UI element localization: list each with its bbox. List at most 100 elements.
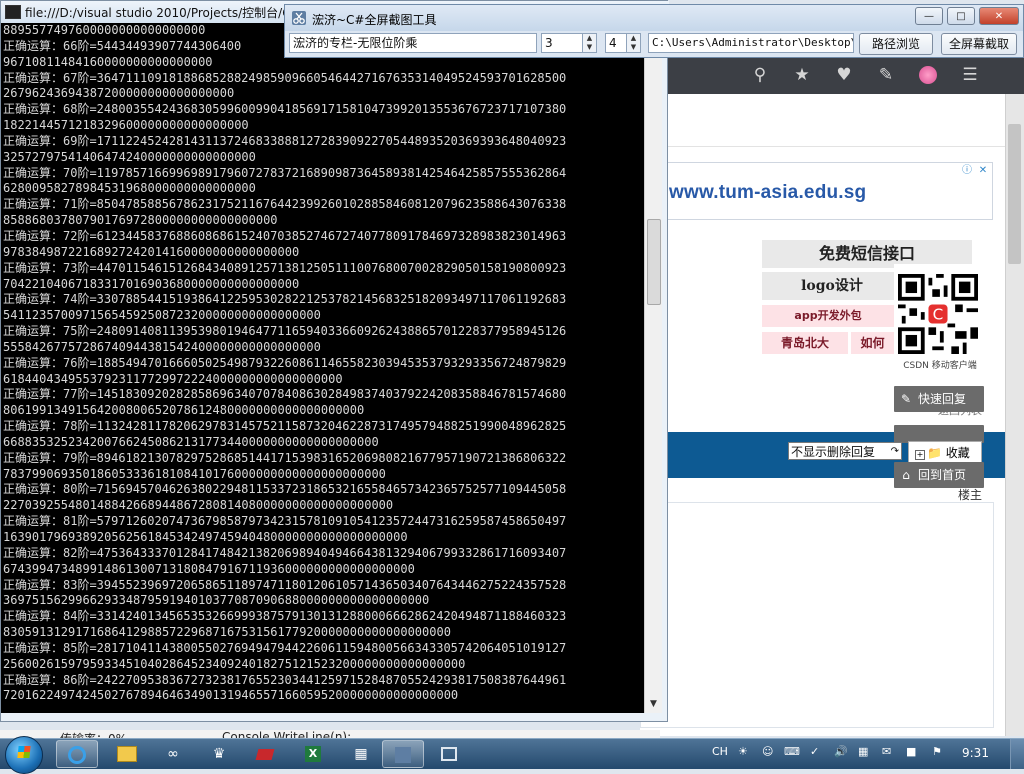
screenshot-tool-window: 浤济~C#全屏截图工具 — □ ✕ 浤济的专栏-无限位阶乘 3 ▲ ▼ 4 ▲ ▼ … [284,4,1024,58]
console-line: 正确运算：70阶=1197857166996989179607278372168… [3,165,567,180]
floor-label: 楼主 [958,488,983,502]
console-window: file:///D:/visual studio 2010/Projects/控… [0,0,669,722]
console-line: 正确运算：84阶=3314240134565353266999387579130… [3,609,567,624]
logo-design-link[interactable]: logo设计 [762,272,902,300]
smiley-icon[interactable]: ☺ [762,745,773,758]
console-line: 7042210406718331701690368000000000000000… [3,276,300,291]
console-scrollbar[interactable]: ▲ ▼ [644,23,662,713]
console-line: 8061991349156420080065207861248000000000… [3,403,365,418]
tool-title-bar[interactable]: 浤济~C#全屏截图工具 — □ ✕ [285,5,1023,31]
console-line: 2270392554801488426689448672808140800000… [3,498,394,513]
console-line: 正确运算：72阶=6123445837688608686152407038527… [3,228,567,243]
console-app-icon [5,5,21,19]
scroll-down-icon[interactable]: ▼ [645,696,662,713]
console-text: 8895577497600000000000000000 正确运算：66阶=544… [1,23,644,704]
qingdao-link[interactable]: 青岛北大 [762,332,848,354]
browser-scrollbar[interactable] [1005,94,1024,736]
explorer-icon[interactable] [106,740,148,768]
console-line: 正确运算：74阶=3307885441519386412259530282212… [3,292,567,307]
spin-input-2[interactable]: 4 [605,33,627,53]
console-line: 正确运算：76阶=1885494701666050254987932260861… [3,355,567,370]
minimize-button[interactable]: — [915,7,943,25]
ad-close-icon[interactable]: ✕ [976,164,990,178]
title-input[interactable]: 浤济的专栏-无限位阶乘 [289,33,537,53]
browse-path-button[interactable]: 路径浏览 [859,33,933,55]
fullscreen-capture-button[interactable]: 全屏幕截取 [941,33,1017,55]
folder-icon[interactable] [244,740,286,768]
console-line: 正确运算：85阶=2817104114380055027694947944226… [3,640,567,655]
link-icon[interactable]: ∞ [152,740,194,768]
how-link[interactable]: 如何 [851,332,894,354]
console-line: 8305913129171686412988572296871675315617… [3,625,451,640]
ime-icon[interactable]: ☀ [738,745,748,758]
console-line: 1639017969389205625618453424974594048000… [3,530,408,544]
console-line: 正确运算：71阶=8504785885678623175211676442399… [3,197,567,212]
folder-icon: 📁 [927,446,942,460]
start-button[interactable] [5,736,43,774]
post-content-area [640,502,994,728]
excel-icon[interactable]: X [292,740,334,768]
quick-reply-label: 快速回复 [918,392,967,406]
console-line: 85886803780790176972800000000000000000 [3,213,278,228]
console-line: 正确运算：73阶=4470115461512684340891257138125… [3,260,567,275]
console-line: 6184404349553792311772997222400000000000… [3,371,343,386]
maximize-button[interactable]: □ [947,7,975,25]
home-icon: ⌂ [902,468,910,482]
search-icon[interactable]: ⚲ [742,56,778,94]
console-line: 3697515629966293348795919401037708709068… [3,593,430,608]
flower-icon[interactable] [910,56,946,94]
clock[interactable]: 9:31 [962,746,989,760]
console-line: 2560026159795933451040286452340924018275… [3,656,466,671]
console-line: 7837990693501860533361810841017600000000… [3,466,386,481]
hide-deleted-toggle[interactable]: 不显示删除回复 ↷ [788,442,902,460]
taskbar: ∞ ♛ X ▦ CH ☀ ☺ ⌨ ✓ 🔊 ▦ ✉ ■ ⚑ 9:31 [0,736,1024,774]
app-outsourcing-link[interactable]: app开发外包 [762,305,894,327]
console-line: 正确运算：83阶=3945523969720658651189747118012… [3,577,567,592]
show-desktop-button[interactable] [1010,739,1024,769]
maze-icon[interactable]: ▦ [340,740,382,768]
console-line: 32572797541406474240000000000000000 [3,149,256,164]
collect-button[interactable]: + 📁 收藏 [908,441,982,463]
console-line: 62800958278984531968000000000000000 [3,181,256,196]
console-line: 正确运算：81阶=5797126020747367985879734231578… [3,514,567,529]
spin-input-1[interactable]: 3 [541,33,583,53]
menu-icon[interactable]: ☰ [952,56,988,94]
tool-title: 浤济~C#全屏截图工具 [312,13,437,27]
qr-caption: CSDN 移动客户端 [903,361,977,371]
tool-icon[interactable]: ♛ [198,740,240,768]
console-output: 8895577497600000000000000000 正确运算：66阶=544… [1,23,644,713]
console-scroll-thumb[interactable] [647,219,661,305]
ad-banner[interactable]: www.tum-asia.edu.sg ⓘ ✕ [648,162,993,220]
console-line: 正确运算：78阶=1132428117820629783145752115873… [3,419,567,434]
spin-arrows-1-icon[interactable]: ▲ ▼ [583,33,597,53]
path-input[interactable]: C:\Users\Administrator\Desktop\ [648,33,854,53]
console-line: 6743994734899148613007131808479167119360… [3,561,415,576]
bell-icon[interactable]: ♥ [826,56,862,94]
quick-reply-button[interactable]: ✎ 快速回复 [894,386,984,412]
edit-icon[interactable]: ✎ [868,56,904,94]
console-line: 5411235700971565459250872320000000000000… [3,308,321,323]
update-icon[interactable]: ✓ [810,745,819,758]
ie-icon[interactable] [56,740,98,768]
lang-indicator[interactable]: CH [712,745,728,758]
ad-url-text: www.tum-asia.edu.sg [669,182,867,203]
star-icon[interactable]: ★ [784,56,820,94]
page-header-card [640,94,1006,147]
spin-arrows-2-icon[interactable]: ▲ ▼ [627,33,641,53]
keyboard-icon[interactable]: ⌨ [784,745,800,758]
console-line: 9783849872216892724201416000000000000000… [3,244,300,259]
action-center-flag-icon[interactable]: ⚑ [932,745,942,758]
close-button[interactable]: ✕ [979,7,1019,25]
console-line: 正确运算：79阶=8946182130782975286851441715398… [3,450,567,465]
ad-info-icon[interactable]: ⓘ [960,164,974,178]
window-icon[interactable] [428,740,470,768]
browser-scroll-thumb[interactable] [1008,124,1021,264]
scissors-task-icon[interactable] [382,740,424,768]
volume-icon[interactable]: 🔊 [834,745,848,758]
network-icon[interactable]: ▦ [858,745,868,758]
mail-icon[interactable]: ✉ [882,745,891,758]
tray-app-icon[interactable]: ■ [906,745,916,758]
expand-icon: + [915,450,925,460]
console-line: 正确运算：82阶=4753643337012841748421382069894… [3,545,567,560]
back-home-button[interactable]: ⌂ 回到首页 [894,462,984,488]
